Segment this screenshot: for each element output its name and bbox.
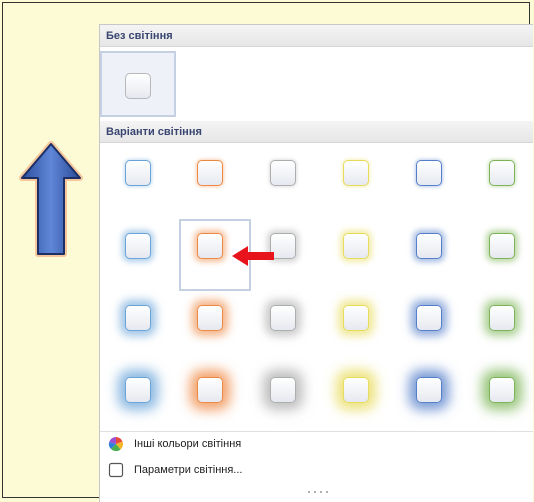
glow-variant-tile[interactable] <box>125 233 151 259</box>
glow-variant-tile[interactable] <box>489 233 515 259</box>
glow-variant-tile[interactable] <box>489 160 515 186</box>
glow-variant-tile[interactable] <box>270 160 296 186</box>
up-arrow-icon <box>19 141 83 257</box>
glow-variant-tile[interactable] <box>197 160 223 186</box>
glow-options-item[interactable]: Параметри світіння... <box>108 459 408 481</box>
glow-variant-tile[interactable] <box>416 305 442 331</box>
no-glow-option[interactable] <box>125 73 151 99</box>
glow-variant-tile[interactable] <box>343 305 369 331</box>
glow-variant-tile[interactable] <box>270 305 296 331</box>
more-glow-colors-label: Інші кольори світіння <box>134 438 242 450</box>
resize-grip-icon[interactable] <box>305 489 333 495</box>
glow-variant-tile[interactable] <box>343 160 369 186</box>
glow-variant-tile[interactable] <box>197 377 223 403</box>
glow-variants-header: Варіанти світіння <box>100 121 533 143</box>
glow-variant-tile[interactable] <box>270 377 296 403</box>
more-glow-colors-item[interactable]: Інші кольори світіння <box>108 433 408 455</box>
glow-variant-tile[interactable] <box>489 305 515 331</box>
divider <box>100 431 533 432</box>
glow-variant-tile[interactable] <box>416 233 442 259</box>
glow-variant-tile[interactable] <box>197 233 223 259</box>
glow-variant-tile[interactable] <box>489 377 515 403</box>
left-arrow-icon <box>232 246 274 266</box>
glow-variant-tile[interactable] <box>125 305 151 331</box>
color-palette-icon <box>108 436 124 452</box>
glow-variant-tile[interactable] <box>343 233 369 259</box>
glow-dropdown-menu: Без світіння Варіанти світіння Інші коль… <box>99 24 533 502</box>
glow-variant-tile[interactable] <box>197 305 223 331</box>
glow-variant-tile[interactable] <box>125 160 151 186</box>
glow-options-label: Параметри світіння... <box>134 464 243 476</box>
glow-variant-tile[interactable] <box>416 377 442 403</box>
glow-variant-tile[interactable] <box>125 377 151 403</box>
options-square-icon <box>108 462 124 478</box>
glow-variant-tile[interactable] <box>343 377 369 403</box>
no-glow-header: Без світіння <box>100 25 533 47</box>
glow-variant-tile[interactable] <box>416 160 442 186</box>
